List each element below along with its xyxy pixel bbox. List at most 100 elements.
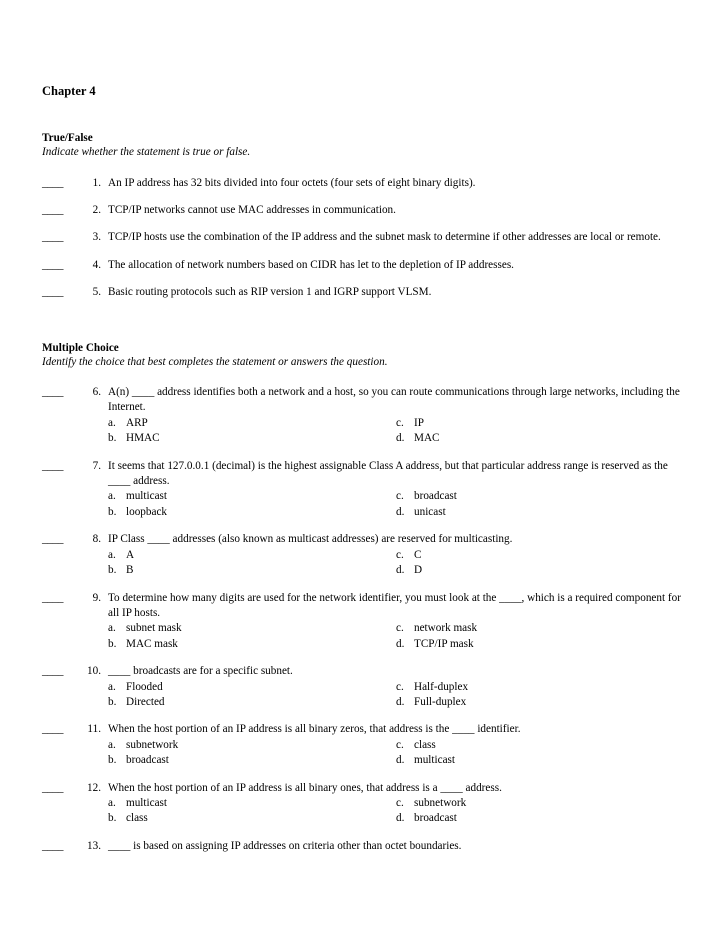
answer-option[interactable]: d. Full-duplex: [396, 695, 684, 710]
answer-option[interactable]: a. multicast: [108, 796, 396, 811]
option-text: broadcast: [414, 490, 457, 503]
answer-blank[interactable]: ____: [42, 285, 84, 300]
question-number: 6.: [92, 386, 101, 399]
question-item: ____ 6. A(n) ____ address identifies both …: [42, 385, 684, 447]
answer-blank[interactable]: ____: [42, 203, 84, 218]
option-row: a. multicast c. subnetwork: [108, 796, 684, 811]
answer-option[interactable]: a. Flooded: [108, 680, 396, 695]
option-text: D: [414, 564, 423, 577]
option-text: Flooded: [126, 680, 163, 693]
answer-option[interactable]: d. TCP/IP mask: [396, 637, 684, 652]
answer-option[interactable]: c. class: [396, 738, 684, 753]
question-item: ____ 5. Basic routing protocols such as RI…: [42, 285, 684, 300]
answer-option[interactable]: a. multicast: [108, 489, 396, 504]
option-letter: b.: [108, 564, 117, 577]
answer-option[interactable]: b. class: [108, 811, 396, 826]
question-item: ____ 3. TCP/IP hosts use the combination o…: [42, 230, 684, 245]
answer-option[interactable]: d. broadcast: [396, 811, 684, 826]
option-letter: c.: [396, 548, 404, 561]
answer-option[interactable]: b. broadcast: [108, 753, 396, 768]
answer-option[interactable]: a. subnet mask: [108, 621, 396, 636]
option-letter: d.: [396, 812, 405, 825]
question-number: 1.: [92, 176, 101, 189]
option-text: C: [414, 548, 422, 561]
answer-option[interactable]: c. network mask: [396, 621, 684, 636]
question-body: The allocation of network numbers based …: [108, 258, 684, 273]
question-body: ____ is based on assigning IP addresses …: [108, 839, 684, 854]
section-divider: [42, 313, 684, 341]
option-letter: d.: [396, 564, 405, 577]
option-text: multicast: [126, 490, 168, 503]
question-body: TCP/IP hosts use the combination of the …: [108, 230, 684, 245]
answer-option[interactable]: b. Directed: [108, 695, 396, 710]
option-letter: d.: [396, 695, 405, 708]
answer-option[interactable]: c. broadcast: [396, 489, 684, 504]
answer-blank[interactable]: ____: [42, 839, 84, 854]
question-number: 8.: [92, 533, 101, 546]
answer-option[interactable]: d. multicast: [396, 753, 684, 768]
option-letter: c.: [396, 738, 404, 751]
question-text: When the host portion of an IP address i…: [108, 781, 502, 794]
page-title: Chapter 4: [42, 84, 96, 98]
option-letter: a.: [108, 416, 116, 429]
answer-blank[interactable]: ____: [42, 230, 84, 245]
option-text: subnetwork: [414, 796, 467, 809]
option-text: multicast: [126, 796, 168, 809]
answer-option[interactable]: c. IP: [396, 416, 684, 431]
answer-option[interactable]: d. MAC: [396, 431, 684, 446]
option-letter: c.: [396, 622, 404, 635]
question-number: 3.: [92, 231, 101, 244]
question-item: ____ 10. ____ broadcasts are for a specifi…: [42, 664, 684, 710]
answer-option[interactable]: c. subnetwork: [396, 796, 684, 811]
option-text: subnetwork: [126, 738, 179, 751]
answer-option[interactable]: d. unicast: [396, 505, 684, 520]
answer-blank[interactable]: ____: [42, 532, 84, 547]
option-row: a. subnet mask c. network mask: [108, 621, 684, 636]
answer-option[interactable]: b. HMAC: [108, 431, 396, 446]
question-item: ____ 12. When the host portion of an IP ad…: [42, 781, 684, 827]
option-text: TCP/IP mask: [414, 637, 474, 650]
answer-option[interactable]: b. MAC mask: [108, 637, 396, 652]
answer-blank[interactable]: ____: [42, 459, 84, 474]
answer-option[interactable]: b. B: [108, 563, 396, 578]
question-text: ____ is based on assigning IP addresses …: [108, 839, 462, 852]
answer-option[interactable]: b. loopback: [108, 505, 396, 520]
option-letter: a.: [108, 738, 116, 751]
question-text: TCP/IP networks cannot use MAC addresses…: [108, 203, 396, 216]
question-body: An IP address has 32 bits divided into f…: [108, 176, 684, 191]
option-letter: a.: [108, 796, 116, 809]
option-letter: b.: [108, 695, 117, 708]
answer-options: a. Flooded c. Half-duplex b. Directed d. Full-d…: [108, 680, 684, 711]
option-row: a. Flooded c. Half-duplex: [108, 680, 684, 695]
answer-blank[interactable]: ____: [42, 385, 84, 400]
answer-option[interactable]: a. ARP: [108, 416, 396, 431]
answer-option[interactable]: c. C: [396, 548, 684, 563]
answer-blank[interactable]: ____: [42, 176, 84, 191]
answer-option[interactable]: d. D: [396, 563, 684, 578]
answer-option[interactable]: c. Half-duplex: [396, 680, 684, 695]
question-body: When the host portion of an IP address i…: [108, 722, 684, 768]
answer-blank[interactable]: ____: [42, 664, 84, 679]
answer-blank[interactable]: ____: [42, 781, 84, 796]
answer-blank[interactable]: ____: [42, 722, 84, 737]
answer-option[interactable]: a. subnetwork: [108, 738, 396, 753]
option-letter: b.: [108, 812, 117, 825]
option-row: b. class d. broadcast: [108, 811, 684, 826]
option-text: broadcast: [414, 812, 457, 825]
option-letter: b.: [108, 754, 117, 767]
answer-blank[interactable]: ____: [42, 258, 84, 273]
answer-blank[interactable]: ____: [42, 591, 84, 606]
question-number: 5.: [92, 286, 101, 299]
question-text: The allocation of network numbers based …: [108, 258, 514, 271]
option-text: ARP: [126, 416, 148, 429]
question-item: ____ 9. To determine how many digits are u…: [42, 591, 684, 653]
question-body: TCP/IP networks cannot use MAC addresses…: [108, 203, 684, 218]
question-number: 13.: [87, 839, 101, 852]
option-text: subnet mask: [126, 622, 182, 635]
section-instruction-true-false: Indicate whether the statement is true o…: [42, 146, 251, 158]
answer-option[interactable]: a. A: [108, 548, 396, 563]
section-multiple-choice: Multiple Choice Identify the choice that…: [42, 341, 684, 855]
option-letter: c.: [396, 490, 404, 503]
question-text: When the host portion of an IP address i…: [108, 723, 521, 736]
section-heading-multiple-choice: Multiple Choice: [42, 341, 119, 354]
